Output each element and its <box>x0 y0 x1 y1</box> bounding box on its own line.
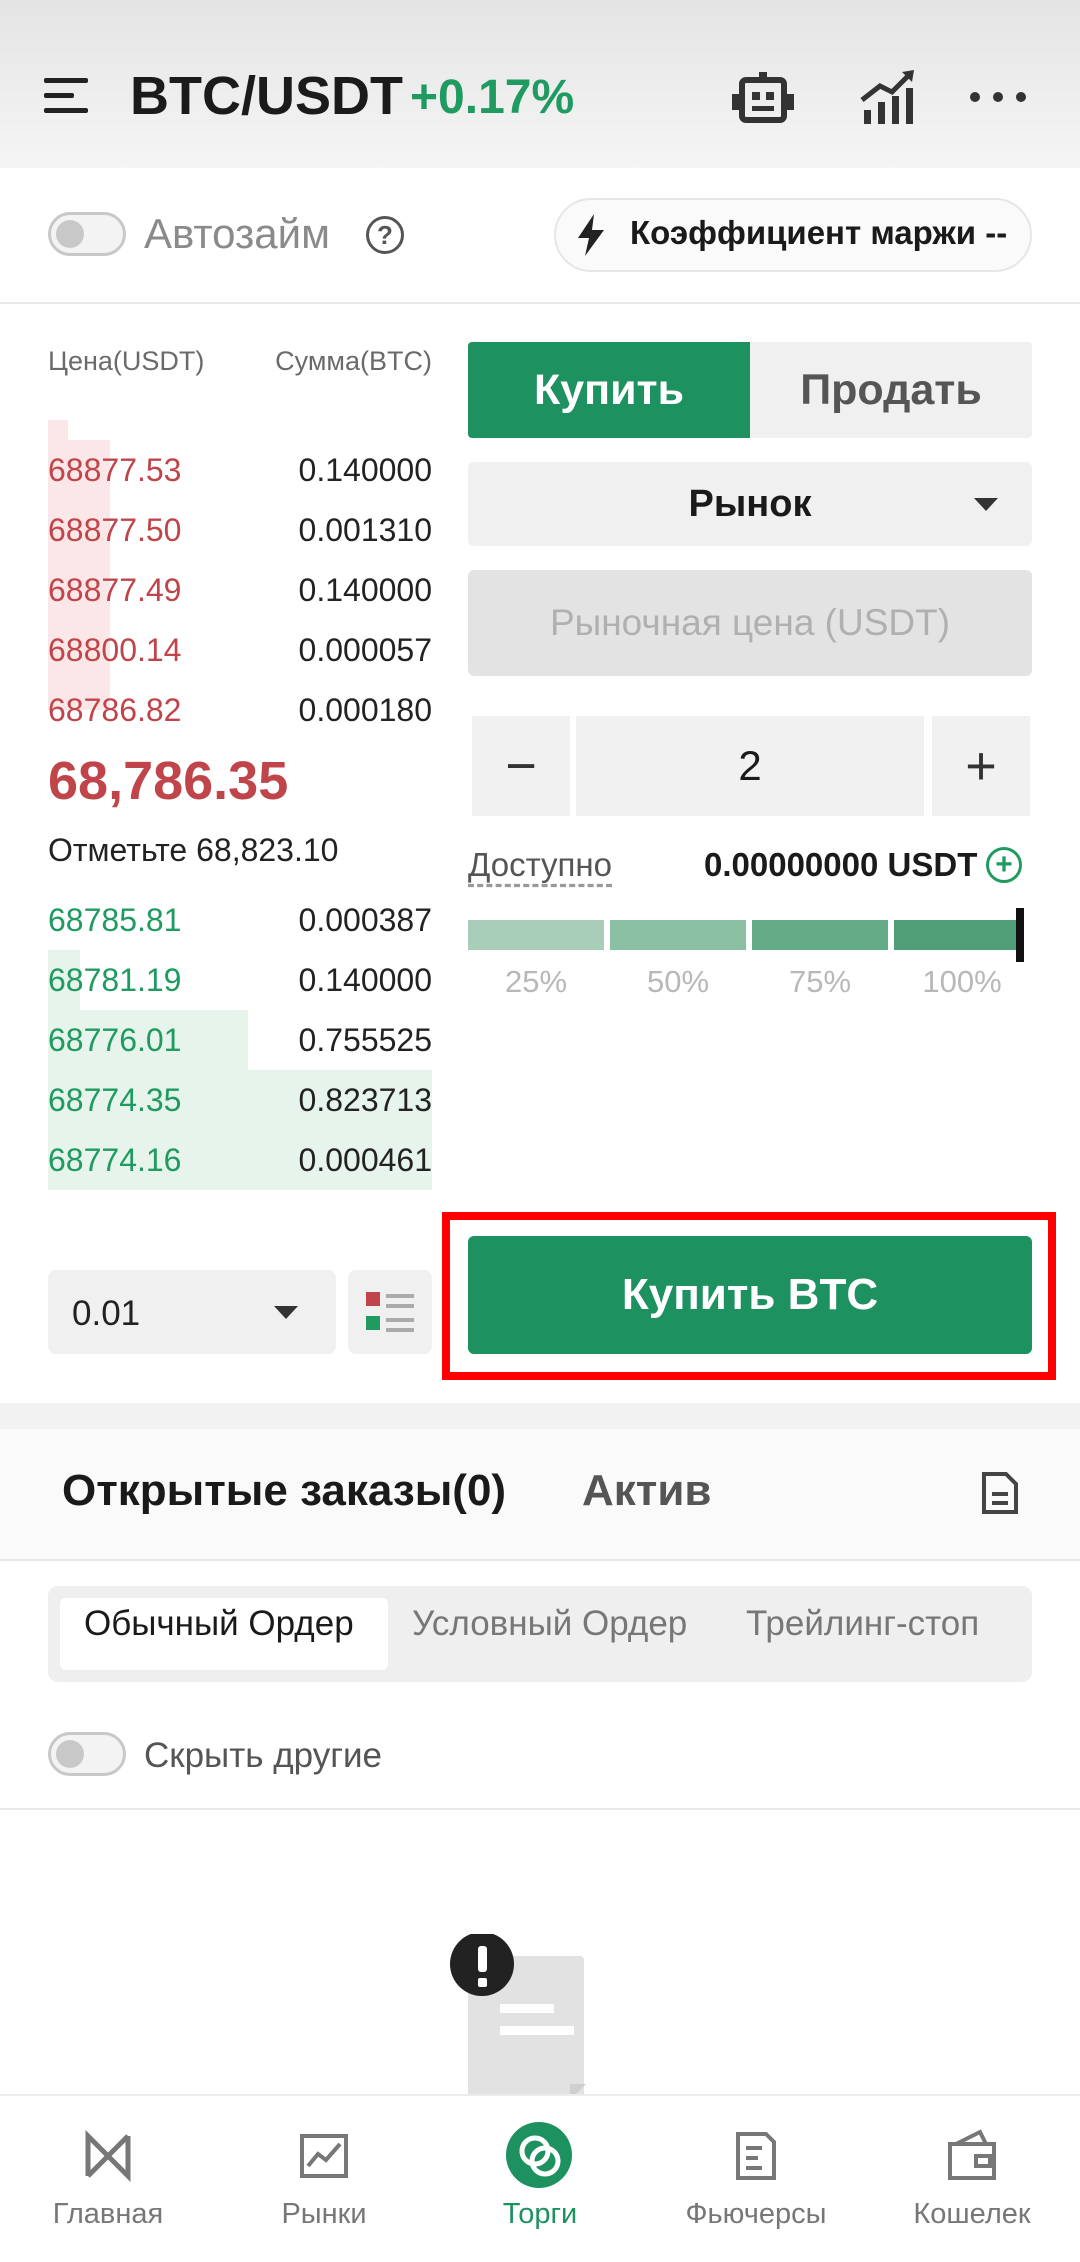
wallet-icon[interactable] <box>942 2126 1002 2186</box>
ask-price[interactable]: 68786.82 <box>48 692 181 729</box>
ask-amount: 0.140000 <box>298 572 432 608</box>
available-value: 0.00000000 USDT <box>704 846 978 883</box>
price-change: +0.17% <box>410 71 575 124</box>
price-input[interactable]: Рыночная цена (USDT) <box>468 570 1032 676</box>
slider-handle[interactable] <box>1016 908 1024 962</box>
tab-buy[interactable]: Купить <box>468 342 750 438</box>
price-header: Цена(USDT) <box>48 346 205 376</box>
help-icon[interactable]: ? <box>366 216 404 254</box>
chart-icon[interactable] <box>860 70 916 126</box>
ask-price[interactable]: 68877.49 <box>48 572 181 609</box>
tab-open-orders[interactable]: Открытые заказы(0) <box>62 1466 506 1516</box>
ask-amount: 0.000180 <box>298 692 432 728</box>
percent-segment-75[interactable] <box>752 920 888 950</box>
chevron-down-icon <box>274 1306 298 1319</box>
ask-price[interactable]: 68877.50 <box>48 512 181 549</box>
nav-futures[interactable]: Фьючерсы <box>648 2198 864 2231</box>
deposit-plus-icon[interactable]: + <box>986 847 1022 883</box>
percent-label[interactable]: 100% <box>892 964 1032 1000</box>
ask-amount: 0.001310 <box>298 512 432 548</box>
margin-ratio-label: Коэффициент маржи -- <box>630 214 1008 251</box>
nav-markets[interactable]: Рынки <box>216 2198 432 2231</box>
available-label[interactable]: Доступно <box>468 846 612 884</box>
divider <box>0 1808 1080 1810</box>
document-icon[interactable] <box>980 1470 1020 1516</box>
percent-segment-50[interactable] <box>610 920 746 950</box>
chevron-down-icon <box>974 498 998 511</box>
book-layout-button[interactable] <box>348 1270 432 1354</box>
bot-icon[interactable] <box>732 72 794 128</box>
trade-icon[interactable] <box>504 2120 574 2190</box>
ask-price[interactable]: 68800.14 <box>48 632 181 669</box>
ask-price[interactable]: 68877.53 <box>48 452 181 489</box>
tab-assets[interactable]: Актив <box>582 1466 711 1516</box>
percent-label[interactable]: 25% <box>466 964 606 1000</box>
hide-others-label: Скрыть другие <box>144 1736 382 1775</box>
auto-loan-toggle[interactable] <box>48 212 126 256</box>
tab-sell[interactable]: Продать <box>750 342 1032 438</box>
book-layout-icon <box>366 1292 414 1332</box>
bid-amount: 0.823713 <box>298 1082 432 1118</box>
hide-others-toggle[interactable] <box>48 1732 126 1776</box>
bid-amount: 0.140000 <box>298 962 432 998</box>
section-separator <box>0 1403 1080 1429</box>
home-logo-icon[interactable] <box>78 2126 138 2186</box>
lightning-icon <box>576 214 606 256</box>
bid-price[interactable]: 68774.35 <box>48 1082 181 1119</box>
markets-chart-icon[interactable] <box>294 2126 354 2186</box>
last-price: 68,786.35 <box>48 751 289 811</box>
divider <box>0 1559 1080 1561</box>
order-type-value: Рынок <box>688 482 812 525</box>
percent-segment-100[interactable] <box>894 920 1020 950</box>
bid-price[interactable]: 68781.19 <box>48 962 181 999</box>
more-icon[interactable] <box>968 90 1028 104</box>
pair-title[interactable]: BTC/USDT <box>130 64 403 128</box>
bid-price[interactable]: 68774.16 <box>48 1142 181 1179</box>
nav-home[interactable]: Главная <box>0 2198 216 2231</box>
futures-icon[interactable] <box>726 2126 786 2186</box>
bid-amount: 0.000387 <box>298 902 432 938</box>
quantity-decrease-button[interactable]: − <box>472 716 570 816</box>
tab-conditional-order[interactable]: Условный Ордер <box>412 1604 687 1644</box>
bid-amount: 0.000461 <box>298 1142 432 1178</box>
empty-orders-illustration <box>448 1932 618 2104</box>
auto-loan-label: Автозайм <box>144 210 331 257</box>
mark-price: Отметьте 68,823.10 <box>48 832 339 868</box>
nav-trade[interactable]: Торги <box>432 2198 648 2231</box>
quantity-input[interactable]: 2 <box>576 716 924 816</box>
depth-value: 0.01 <box>72 1294 141 1333</box>
percent-label[interactable]: 75% <box>750 964 890 1000</box>
tab-trailing-stop[interactable]: Трейлинг-стоп <box>746 1604 979 1644</box>
ask-amount: 0.000057 <box>298 632 432 668</box>
percent-segment-25[interactable] <box>468 920 604 950</box>
menu-icon[interactable] <box>44 74 92 118</box>
amount-header: Сумма(BTC) <box>275 346 432 376</box>
percent-label[interactable]: 50% <box>608 964 748 1000</box>
divider <box>0 302 1080 304</box>
bid-price[interactable]: 68776.01 <box>48 1022 181 1059</box>
tab-regular-order[interactable]: Обычный Ордер <box>84 1604 354 1644</box>
nav-wallet[interactable]: Кошелек <box>864 2198 1080 2231</box>
ask-amount: 0.140000 <box>298 452 432 488</box>
quantity-increase-button[interactable]: + <box>932 716 1030 816</box>
bid-amount: 0.755525 <box>298 1022 432 1058</box>
bid-price[interactable]: 68785.81 <box>48 902 181 939</box>
buy-btc-button[interactable]: Купить BTC <box>468 1236 1032 1354</box>
